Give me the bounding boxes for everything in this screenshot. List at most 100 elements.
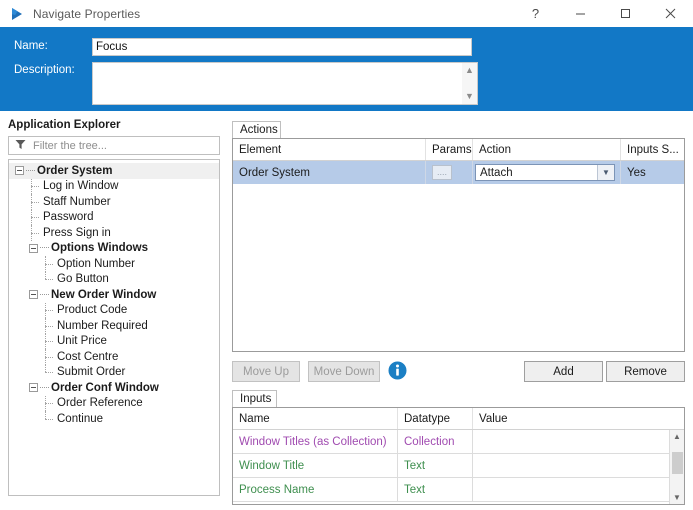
tree-item-log-in-window[interactable]: Log in Window	[9, 178, 219, 195]
close-button[interactable]	[648, 0, 693, 27]
tree-connector	[29, 178, 42, 195]
tree-item-label: Order Conf Window	[51, 381, 159, 394]
params-ellipsis-button[interactable]: ....	[432, 165, 452, 180]
inputs-scroll-thumb[interactable]	[671, 452, 683, 474]
tree-item-cost-centre[interactable]: Cost Centre	[9, 349, 219, 365]
application-explorer-title: Application Explorer	[8, 119, 121, 131]
inputs-scroll-up-icon[interactable]: ▲	[673, 430, 681, 443]
help-button[interactable]: ?	[513, 0, 558, 27]
tree-item-password[interactable]: Password	[9, 209, 219, 226]
tree-collapse-icon[interactable]	[15, 166, 24, 176]
tree-connector	[43, 256, 56, 272]
tab-actions-label: Actions	[240, 124, 278, 136]
tree-item-label: Password	[43, 211, 94, 224]
name-input[interactable]	[92, 38, 472, 56]
scroll-up-icon[interactable]: ▲	[465, 63, 474, 78]
actions-cell-action[interactable]: Attach ▼	[473, 161, 621, 184]
inputs-grid-header: Name Datatype Value	[233, 408, 684, 430]
inputs-cell-name: Window Titles (as Collection)	[233, 430, 398, 453]
tree-collapse-icon[interactable]	[29, 290, 38, 300]
tree-item-submit-order[interactable]: Submit Order	[9, 364, 219, 381]
tree-connector	[43, 364, 56, 381]
action-dropdown[interactable]: Attach ▼	[475, 164, 615, 181]
inputs-cell-value[interactable]	[473, 454, 670, 477]
tree-item-label: Submit Order	[57, 366, 126, 379]
actions-col-action: Action	[473, 139, 621, 160]
inputs-cell-value[interactable]	[473, 430, 670, 453]
tree-item-order-reference[interactable]: Order Reference	[9, 395, 219, 412]
inputs-table-row[interactable]: Window Titles (as Collection) Collection	[233, 430, 684, 454]
description-textarea[interactable]	[93, 63, 461, 104]
actions-col-params: Params	[426, 139, 473, 160]
tree-item-label: Number Required	[57, 319, 148, 332]
move-up-button[interactable]: Move Up	[232, 361, 300, 382]
tab-inputs-label: Inputs	[240, 393, 272, 405]
tree-item-label: Option Number	[57, 257, 135, 270]
move-down-button[interactable]: Move Down	[308, 361, 380, 382]
inputs-cell-datatype: Text	[398, 454, 473, 477]
scroll-down-icon[interactable]: ▼	[465, 89, 474, 104]
tree-item-option-number[interactable]: Option Number	[9, 256, 219, 272]
tree-connector	[43, 302, 56, 319]
actions-cell-params[interactable]: ....	[426, 161, 473, 184]
tree-item-label: Staff Number	[43, 195, 111, 208]
tree-item-number-required[interactable]: Number Required	[9, 318, 219, 334]
window-controls: ?	[513, 0, 693, 27]
tab-actions[interactable]: Actions	[232, 121, 281, 138]
tree-item-label: Press Sign in	[43, 226, 111, 239]
tree-item-label: Order System	[37, 164, 113, 177]
maximize-button[interactable]	[603, 0, 648, 27]
tree-item-options-windows[interactable]: Options Windows	[9, 241, 219, 257]
tree-item-product-code[interactable]: Product Code	[9, 302, 219, 319]
add-button[interactable]: Add	[524, 361, 603, 382]
maximize-icon	[621, 9, 630, 18]
name-label: Name:	[14, 40, 48, 52]
inputs-cell-name: Process Name	[233, 478, 398, 501]
tab-inputs[interactable]: Inputs	[232, 390, 277, 407]
application-explorer-tree[interactable]: Order System Log in Window Staff Number Pas…	[8, 159, 220, 496]
tree-connector	[40, 386, 49, 389]
tree-item-label: Product Code	[57, 304, 128, 317]
tree-item-new-order-window[interactable]: New Order Window	[9, 287, 219, 303]
description-box: ▲ ▼	[92, 62, 478, 105]
actions-table-row[interactable]: Order System .... Attach ▼ Yes	[233, 161, 684, 184]
inputs-grid[interactable]: Name Datatype Value Window Titles (as Co…	[232, 407, 685, 505]
tree-item-order-system[interactable]: Order System	[9, 163, 219, 179]
minimize-icon	[576, 13, 585, 15]
minimize-button[interactable]	[558, 0, 603, 27]
chevron-down-icon[interactable]: ▼	[597, 165, 614, 180]
tree-collapse-icon[interactable]	[29, 243, 38, 253]
tree-filter-input[interactable]	[31, 138, 205, 153]
inputs-table-row[interactable]: Process Name Text	[233, 478, 684, 502]
actions-cell-inputs-supplied: Yes	[627, 166, 646, 179]
inputs-table-row[interactable]: Window Title Text	[233, 454, 684, 478]
tree-item-continue[interactable]: Continue	[9, 411, 219, 427]
tree-item-label: Log in Window	[43, 180, 119, 193]
inputs-col-value: Value	[479, 412, 508, 425]
tree-item-press-sign-in[interactable]: Press Sign in	[9, 225, 219, 241]
tree-item-unit-price[interactable]: Unit Price	[9, 333, 219, 350]
actions-grid[interactable]: Element Params Action Inputs S... Order …	[232, 138, 685, 352]
inputs-scroll-down-icon[interactable]: ▼	[673, 491, 681, 504]
action-dropdown-value: Attach	[480, 166, 513, 179]
description-field-row: Description: ▲ ▼	[14, 62, 478, 105]
tree-item-go-button[interactable]: Go Button	[9, 271, 219, 288]
remove-button[interactable]: Remove	[606, 361, 685, 382]
inputs-grid-scrollbar[interactable]: ▲ ▼	[669, 430, 684, 504]
inputs-cell-datatype: Collection	[398, 430, 473, 453]
inputs-col-datatype: Datatype	[398, 408, 473, 429]
info-icon[interactable]	[388, 361, 407, 380]
tree-filter-box[interactable]	[8, 136, 220, 155]
close-icon	[665, 8, 676, 19]
actions-col-inputs-supplied: Inputs S...	[627, 143, 679, 156]
tree-item-label: Unit Price	[57, 335, 107, 348]
help-icon: ?	[531, 6, 540, 21]
tree-connector	[43, 411, 56, 427]
tree-item-order-conf-window[interactable]: Order Conf Window	[9, 380, 219, 396]
tree-item-staff-number[interactable]: Staff Number	[9, 194, 219, 210]
inputs-cell-value[interactable]	[473, 478, 670, 501]
tree-collapse-icon[interactable]	[29, 383, 38, 393]
filter-funnel-icon	[15, 139, 26, 153]
description-scrollbar[interactable]: ▲ ▼	[462, 63, 477, 104]
actions-cell-element: Order System	[233, 161, 426, 184]
